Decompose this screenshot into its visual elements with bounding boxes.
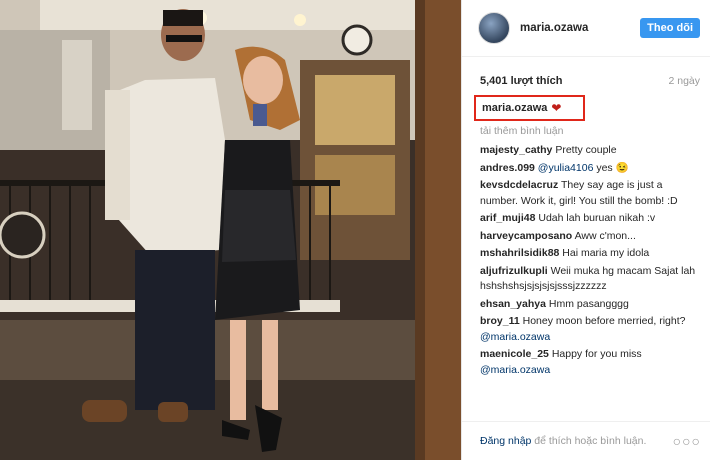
caption-username[interactable]: maria.ozawa: [482, 102, 547, 114]
comment-username[interactable]: majesty_cathy: [480, 144, 552, 156]
comment-text: Udah lah buruan nikah :v: [538, 212, 656, 224]
comment-item: broy_11 Honey moon before merried, right…: [480, 314, 702, 345]
comment-username[interactable]: ehsan_yahya: [480, 298, 546, 310]
comment-item: harveycamposano Aww c'mon...: [480, 229, 702, 245]
comment-username[interactable]: kevsdcdelacruz: [480, 179, 558, 191]
login-prompt: Đăng nhập để thích hoặc bình luận.: [480, 435, 673, 447]
comment-item: maenicole_25 Happy for you miss @maria.o…: [480, 347, 702, 378]
login-link[interactable]: Đăng nhập: [480, 435, 531, 447]
instagram-post: maria.ozawa Theo dõi 5,401 lượt thích 2 …: [0, 0, 710, 460]
comment-text: Hai maria my idola: [562, 247, 650, 259]
post-photo[interactable]: [0, 0, 461, 460]
comment-text: yes 😉: [593, 161, 629, 174]
comment-text: Hmm pasangggg: [548, 297, 629, 310]
couple-mirror-selfie-image: [0, 0, 461, 460]
comment-list: majesty_cathy Pretty couple andres.099 @…: [480, 143, 702, 380]
post-header: maria.ozawa Theo dõi: [462, 0, 710, 57]
comment-mention[interactable]: @yulia4106: [538, 162, 594, 174]
username-link[interactable]: maria.ozawa: [520, 22, 640, 34]
comment-mention[interactable]: @maria.ozawa: [480, 364, 550, 376]
post-time[interactable]: 2 ngày: [668, 75, 700, 87]
comment-item: majesty_cathy Pretty couple: [480, 143, 702, 159]
post-sidebar: maria.ozawa Theo dõi 5,401 lượt thích 2 …: [461, 0, 710, 460]
heart-icon: ❤: [551, 101, 562, 115]
comment-item: ehsan_yahya Hmm pasangggg: [480, 297, 702, 313]
more-options-icon[interactable]: ○○○: [673, 433, 701, 449]
avatar[interactable]: [478, 12, 510, 44]
post-footer: Đăng nhập để thích hoặc bình luận. ○○○: [462, 421, 710, 460]
comment-username[interactable]: harveycamposano: [480, 230, 572, 242]
comment-text: Happy for you miss: [551, 348, 642, 360]
login-prompt-text: để thích hoặc bình luận.: [531, 435, 647, 447]
comment-mention[interactable]: @maria.ozawa: [480, 331, 550, 343]
load-more-comments-link[interactable]: tải thêm bình luận: [480, 125, 563, 137]
comment-item: arif_muji48 Udah lah buruan nikah :v: [480, 211, 702, 227]
comment-item: aljufrizulkupli Weii muka hg macam Sajat…: [480, 264, 702, 295]
comment-username[interactable]: maenicole_25: [480, 348, 549, 360]
comment-item: andres.099 @yulia4106 yes 😉: [480, 161, 702, 177]
comment-text: Honey moon before merried, right?: [522, 315, 686, 327]
comment-username[interactable]: mshahrilsidik88: [480, 247, 559, 259]
comment-username[interactable]: broy_11: [480, 315, 520, 327]
follow-button[interactable]: Theo dõi: [640, 18, 700, 38]
caption-highlight-box: maria.ozawa ❤: [474, 95, 585, 121]
comment-username[interactable]: aljufrizulkupli: [480, 265, 548, 277]
comment-text: Pretty couple: [555, 144, 617, 156]
comment-username[interactable]: arif_muji48: [480, 212, 535, 224]
comment-text: Aww c'mon...: [574, 229, 636, 242]
comment-item: mshahrilsidik88 Hai maria my idola: [480, 246, 702, 262]
comment-username[interactable]: andres.099: [480, 162, 535, 174]
comment-item: kevsdcdelacruz They say age is just a nu…: [480, 178, 702, 209]
like-count[interactable]: 5,401 lượt thích: [480, 75, 562, 87]
